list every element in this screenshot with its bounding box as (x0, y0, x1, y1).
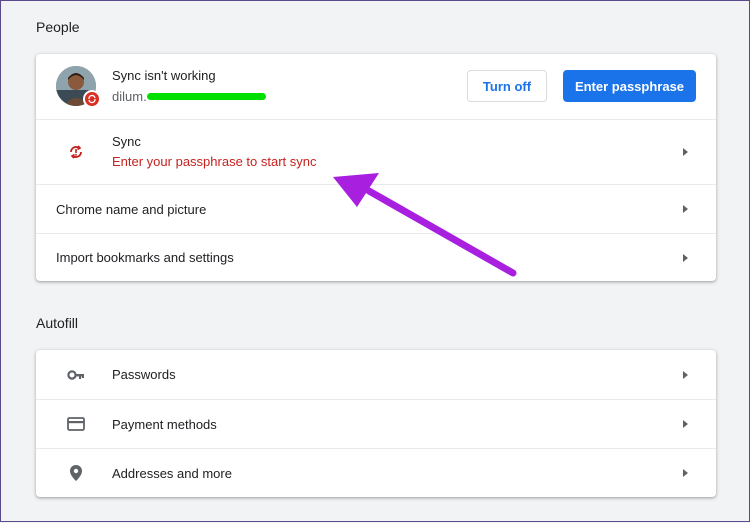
passwords-label: Passwords (112, 367, 176, 382)
profile-status: Sync isn't working (112, 68, 216, 83)
chevron-right-icon (683, 420, 688, 428)
autofill-section-title: Autofill (36, 315, 79, 331)
sync-error-icon (66, 142, 86, 162)
sync-error-badge-icon (88, 94, 96, 104)
import-row[interactable]: Import bookmarks and settings (36, 233, 716, 281)
addresses-row[interactable]: Addresses and more (36, 448, 716, 497)
key-icon (66, 365, 86, 385)
chrome-name-row[interactable]: Chrome name and picture (36, 184, 716, 233)
sync-row[interactable]: Sync Enter your passphrase to start sync (36, 119, 716, 184)
enter-passphrase-button[interactable]: Enter passphrase (563, 70, 696, 102)
turn-off-button[interactable]: Turn off (467, 70, 547, 102)
chrome-name-label: Chrome name and picture (56, 201, 207, 217)
import-label: Import bookmarks and settings (56, 250, 234, 265)
chevron-right-icon (683, 370, 688, 379)
payment-methods-label: Payment methods (112, 416, 217, 432)
chevron-right-icon (683, 253, 688, 262)
profile-email-prefix: dilum. (112, 89, 147, 104)
sync-subtitle: Enter your passphrase to start sync (112, 154, 317, 169)
email-redaction (147, 93, 266, 100)
autofill-card: Passwords Payment methods Addresses and … (36, 350, 716, 497)
sync-title: Sync (112, 134, 141, 149)
location-pin-icon (66, 463, 86, 483)
people-card: Sync isn't working dilum. Turn off Enter… (36, 54, 716, 281)
sync-error-badge (83, 90, 101, 108)
people-section-title: People (36, 19, 80, 35)
profile-row: Sync isn't working dilum. Turn off Enter… (36, 54, 716, 119)
profile-email: dilum. (112, 89, 147, 104)
credit-card-icon (66, 414, 86, 434)
passwords-row[interactable]: Passwords (36, 350, 716, 399)
addresses-label: Addresses and more (112, 465, 232, 481)
chevron-right-icon (683, 205, 688, 213)
payment-methods-row[interactable]: Payment methods (36, 399, 716, 448)
chevron-right-icon (683, 148, 688, 156)
chevron-right-icon (683, 469, 688, 477)
